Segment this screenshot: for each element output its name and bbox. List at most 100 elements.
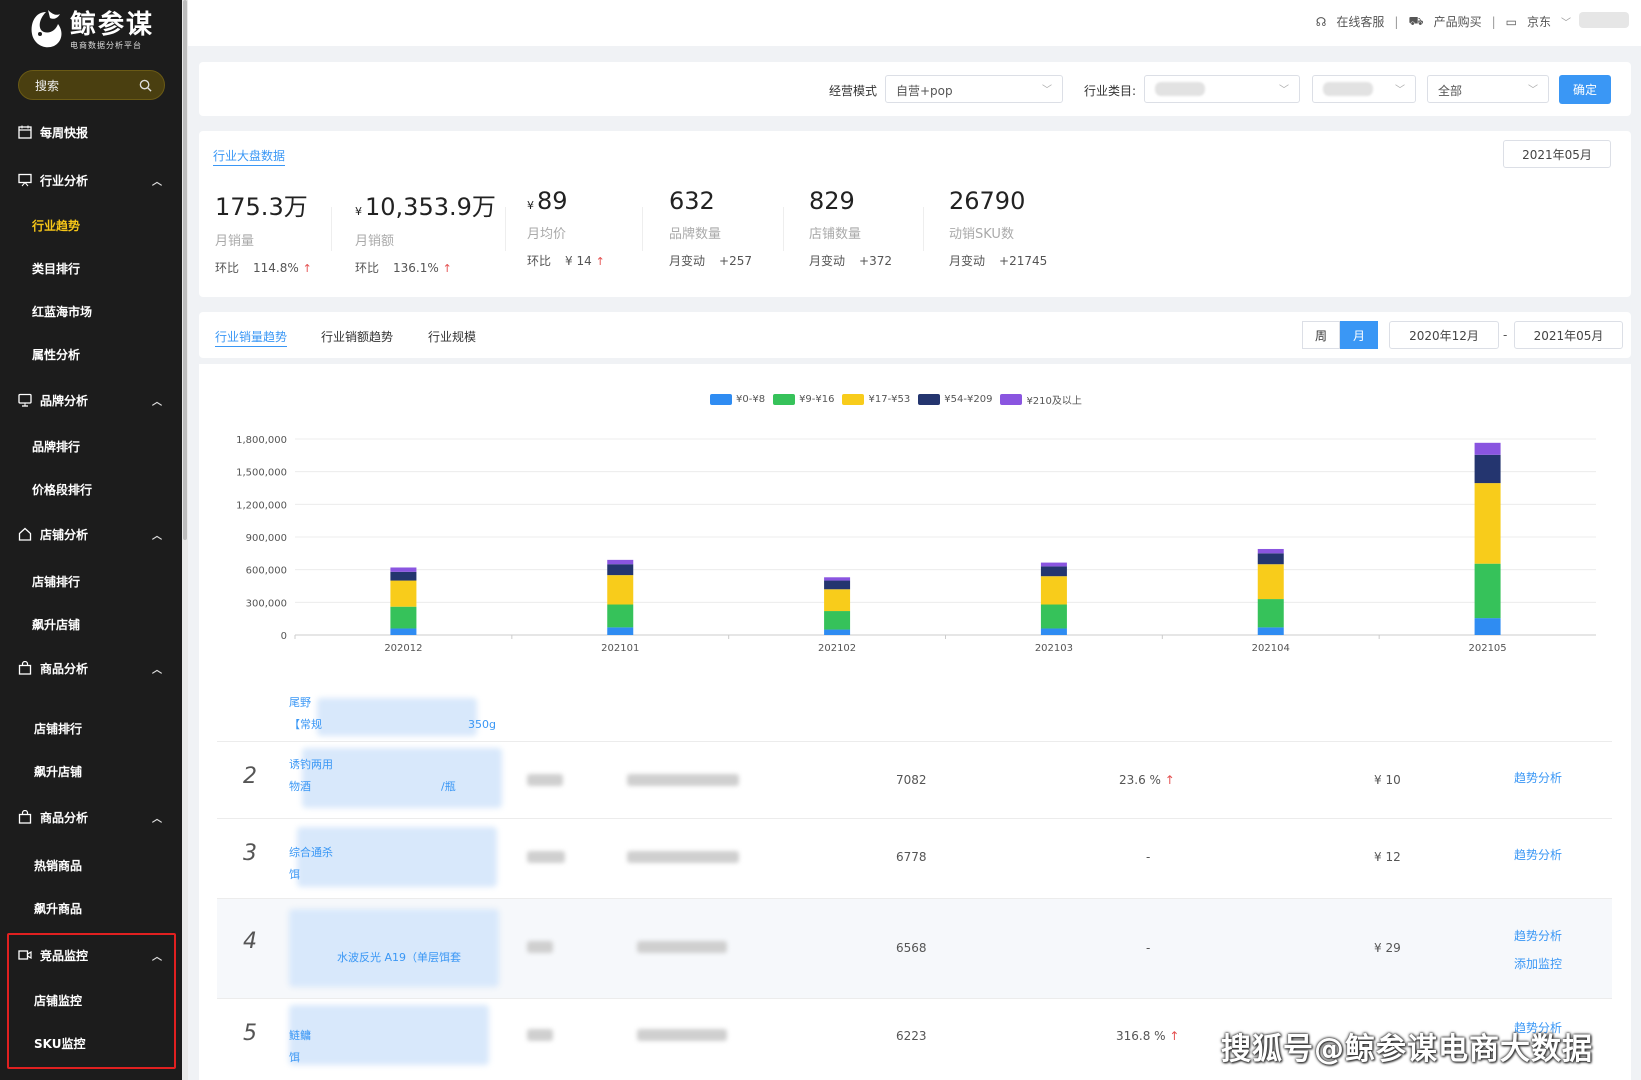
bar-segment[interactable]	[1474, 618, 1501, 635]
sidebar-item-rising-store[interactable]: 飙升店铺	[0, 604, 182, 644]
product-name[interactable]: 水波反光 A19（单层饵套	[337, 947, 507, 969]
bar-segment[interactable]	[1040, 604, 1067, 629]
bar-segment[interactable]	[607, 575, 634, 605]
sidebar-item-label: 红蓝海市场	[32, 304, 93, 319]
month-picker[interactable]: 2021年05月	[1503, 140, 1611, 168]
sidebar-item-store-rank[interactable]: 店铺排行	[0, 561, 182, 601]
stacked-bar-chart: 0 300,000 600,000 900,000 1,200,000 1,500,000…	[236, 435, 1596, 654]
bar-segment[interactable]	[824, 629, 851, 635]
price-value: ¥ 10	[1374, 773, 1401, 787]
table-row: 2 诱钓两用 物酒 /瓶 7082 23.6 % ↑ ¥ 10 趋势分析	[217, 742, 1612, 819]
scrollbar-thumb[interactable]	[183, 0, 187, 540]
tab-sales-volume-trend[interactable]: 行业销量趋势	[215, 328, 288, 347]
end-month-picker[interactable]: 2021年05月	[1514, 321, 1623, 349]
sidebar-item-rising-store-2[interactable]: 飙升店铺	[0, 751, 182, 791]
sales-value: 6778	[896, 850, 927, 864]
product-name-line: 饵	[289, 868, 300, 881]
scope-select[interactable]: 全部 ﹀	[1427, 75, 1549, 103]
bar-segment[interactable]	[1040, 566, 1067, 577]
bar-segment[interactable]	[390, 571, 417, 581]
tab-industry-overview[interactable]: 行业大盘数据	[213, 147, 286, 166]
bar-segment[interactable]	[390, 628, 417, 635]
top-link-service[interactable]: 在线客服	[1336, 13, 1384, 30]
bar-segment[interactable]	[1474, 563, 1501, 619]
bar-segment[interactable]	[1257, 627, 1284, 635]
bar-segment[interactable]	[1474, 442, 1501, 455]
bar-segment[interactable]	[607, 604, 634, 628]
sidebar-item-industry-trend[interactable]: 行业趋势	[0, 205, 182, 245]
bar-segment[interactable]	[390, 606, 417, 629]
watermark: 搜狐号@鲸参谋电商大数据	[1221, 1032, 1593, 1067]
user-avatar[interactable]	[1579, 12, 1629, 28]
product-name-line: 饵	[289, 1051, 300, 1064]
sidebar-item-red-blue-ocean[interactable]: 红蓝海市场	[0, 291, 182, 331]
period-week-button[interactable]: 周	[1302, 321, 1340, 349]
bar-segment[interactable]	[1257, 548, 1284, 554]
arrow-up-icon: ↑	[442, 262, 452, 275]
category-select[interactable]: ﹀	[1144, 75, 1300, 103]
mode-select[interactable]: 自营+pop ﹀	[885, 75, 1063, 103]
start-month-picker[interactable]: 2020年12月	[1389, 321, 1499, 349]
sidebar-group-product[interactable]: 商品分析 ︿	[0, 648, 182, 688]
chevron-up-icon: ︿	[152, 397, 162, 408]
bar-segment[interactable]	[1040, 562, 1067, 567]
kpi-label: 品牌数量	[669, 227, 722, 242]
sidebar-search[interactable]: 搜索	[18, 70, 165, 100]
sidebar-item-price-band[interactable]: 价格段排行	[0, 469, 182, 509]
bar-segment[interactable]	[1474, 454, 1501, 484]
confirm-button[interactable]: 确定	[1559, 75, 1611, 104]
product-name[interactable]: 综合通杀 饵	[289, 842, 499, 886]
bar-segment[interactable]	[1257, 599, 1284, 628]
add-monitor-link[interactable]: 添加监控	[1514, 955, 1562, 972]
trend-tabs-bar: 行业销量趋势 行业销额趋势 行业规模 周 月 2020年12月 - 2021年0…	[199, 312, 1631, 358]
sidebar-item-label: 飙升商品	[34, 901, 83, 916]
sidebar-group-store[interactable]: 店铺分析 ︿	[0, 514, 182, 554]
currency-symbol: ¥	[355, 205, 362, 218]
sidebar-item-rising-products[interactable]: 飙升商品	[0, 888, 182, 928]
trend-analysis-link[interactable]: 趋势分析	[1514, 846, 1562, 863]
bar-segment[interactable]	[1474, 483, 1501, 564]
bar-segment[interactable]	[607, 627, 634, 635]
kpi-compare-label: 环比	[215, 261, 240, 275]
bar-segment[interactable]	[1040, 628, 1067, 635]
period-month-button[interactable]: 月	[1340, 321, 1378, 349]
sidebar-scrollbar[interactable]	[182, 0, 188, 1080]
sidebar-item-category-rank[interactable]: 类目排行	[0, 248, 182, 288]
screen-icon: ▭	[1505, 14, 1517, 29]
growth-value: -	[1146, 941, 1151, 955]
sidebar-group-product-2[interactable]: 商品分析 ︿	[0, 797, 182, 837]
bar-segment[interactable]	[1257, 553, 1284, 565]
sidebar-item-brand-rank[interactable]: 品牌排行	[0, 426, 182, 466]
sidebar-group-brand[interactable]: 品牌分析 ︿	[0, 380, 182, 420]
blurred-brand	[527, 774, 563, 786]
sidebar-group-industry[interactable]: 行业分析 ︿	[0, 160, 182, 200]
top-link-buy[interactable]: 产品购买	[1434, 13, 1482, 30]
trend-analysis-link[interactable]: 趋势分析	[1514, 927, 1562, 944]
sidebar-item-hot-products[interactable]: 热销商品	[0, 845, 182, 885]
brand-logo[interactable]: 鲸参谋 电商数据分析平台	[26, 8, 154, 52]
bar-segment[interactable]	[1040, 576, 1067, 605]
bar-segment[interactable]	[1257, 564, 1284, 600]
bar-segment[interactable]	[390, 580, 417, 607]
sidebar-item-label: 飙升店铺	[34, 764, 83, 779]
top-link-platform[interactable]: 京东	[1527, 13, 1551, 30]
sidebar-item-store-rank-2[interactable]: 店铺排行	[0, 708, 182, 748]
bar-segment[interactable]	[824, 611, 851, 630]
tab-sales-amount-trend[interactable]: 行业销额趋势	[321, 328, 393, 345]
bar-segment[interactable]	[390, 567, 417, 572]
tab-industry-scale[interactable]: 行业规模	[428, 328, 476, 345]
trend-chart: ¥0-¥8 ¥9-¥16 ¥17-¥53 ¥54-¥209 ¥210及以上 0 300,0…	[199, 364, 1631, 694]
sidebar-item-weekly[interactable]: 每周快报	[0, 112, 182, 152]
bar-segment[interactable]	[824, 577, 851, 581]
kpi-active-sku: 26790 动销SKU数 月变动 +21745	[949, 187, 1047, 269]
bar-segment[interactable]	[824, 580, 851, 590]
whale-logo-icon	[31, 10, 62, 48]
kpi-label: 月销额	[355, 234, 395, 249]
sidebar: 鲸参谋 电商数据分析平台 搜索 每周快报 行业分析 ︿ 行业趋势 类目排行 红蓝…	[0, 0, 182, 1080]
bar-segment[interactable]	[607, 559, 634, 565]
bar-segment[interactable]	[824, 589, 851, 612]
sidebar-item-attribute[interactable]: 属性分析	[0, 334, 182, 374]
bar-segment[interactable]	[607, 564, 634, 576]
subcategory-select[interactable]: ﹀	[1312, 75, 1416, 103]
trend-analysis-link[interactable]: 趋势分析	[1514, 769, 1562, 786]
